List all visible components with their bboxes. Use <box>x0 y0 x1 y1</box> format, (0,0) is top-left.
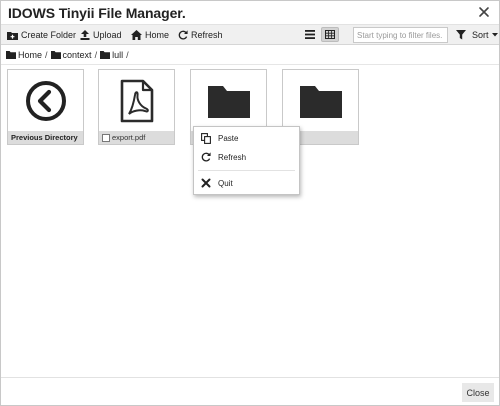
folder-icon <box>6 51 16 59</box>
file-label-row: export.pdf <box>99 131 174 144</box>
home-icon <box>131 30 142 40</box>
context-menu-paste[interactable]: Paste <box>194 129 299 147</box>
context-menu: Paste Refresh Quit <box>193 126 300 195</box>
upload-icon <box>80 30 90 40</box>
create-folder-button[interactable]: Create Folder <box>7 28 76 42</box>
filter-icon-button[interactable] <box>456 28 466 42</box>
folder-icon <box>100 51 111 59</box>
breadcrumb-item-context[interactable]: context <box>50 50 92 60</box>
breadcrumb-label: lull <box>112 50 124 60</box>
folder-icon <box>207 85 250 118</box>
refresh-icon <box>178 30 188 40</box>
breadcrumb: Home / context / lull / <box>6 49 132 61</box>
close-window-button[interactable] <box>477 5 491 19</box>
breadcrumb-item-home[interactable]: Home <box>6 50 42 60</box>
pdf-file-icon <box>120 79 153 122</box>
filter-input[interactable] <box>353 27 448 43</box>
folder-plus-icon <box>7 31 18 40</box>
file-select-checkbox[interactable] <box>102 133 110 142</box>
toolbar: Create Folder Upload Home Refresh Start … <box>1 25 499 45</box>
sort-dropdown[interactable]: Sort <box>472 28 498 42</box>
refresh-label: Refresh <box>191 30 223 40</box>
breadcrumb-item-lull[interactable]: lull <box>100 50 123 60</box>
back-circle-icon <box>25 80 66 121</box>
context-menu-refresh[interactable]: Refresh <box>194 148 299 166</box>
file-label: Previous Directory <box>8 131 83 144</box>
footer: Close <box>1 377 499 405</box>
funnel-icon <box>456 30 466 40</box>
refresh-icon <box>201 152 211 162</box>
grid-view-button[interactable] <box>321 27 339 42</box>
grid-icon <box>325 30 335 39</box>
breadcrumb-label: context <box>62 50 92 60</box>
paste-icon <box>201 132 211 144</box>
context-menu-label: Paste <box>218 133 239 143</box>
close-button[interactable]: Close <box>462 383 494 402</box>
list-icon <box>305 30 315 39</box>
window-title: IDOWS Tinyii File Manager. <box>8 5 186 21</box>
context-menu-divider <box>198 170 295 171</box>
upload-button[interactable]: Upload <box>80 28 122 42</box>
close-icon <box>201 178 211 188</box>
folder-icon <box>299 85 342 118</box>
home-button[interactable]: Home <box>131 28 169 42</box>
sort-label: Sort <box>472 30 489 40</box>
file-manager-window: IDOWS Tinyii File Manager. Create Folder… <box>0 0 500 406</box>
breadcrumb-separator: / <box>94 50 98 60</box>
refresh-button[interactable]: Refresh <box>178 28 223 42</box>
breadcrumb-separator: / <box>126 50 129 60</box>
home-label: Home <box>145 30 170 40</box>
file-label: export.pdf <box>112 133 146 142</box>
breadcrumb-separator: / <box>45 50 48 60</box>
list-view-button[interactable] <box>301 27 319 42</box>
file-grid: Previous Directory export.pdf <box>1 64 499 377</box>
title-bar: IDOWS Tinyii File Manager. <box>1 1 499 25</box>
file-tile-previous-directory[interactable]: Previous Directory <box>7 69 84 145</box>
upload-label: Upload <box>93 30 122 40</box>
file-tile-export-pdf[interactable]: export.pdf <box>98 69 175 145</box>
close-icon <box>479 7 489 17</box>
caret-down-icon <box>491 33 498 37</box>
folder-icon <box>50 51 61 59</box>
create-folder-label: Create Folder <box>21 30 77 40</box>
breadcrumb-label: Home <box>18 50 43 60</box>
context-menu-label: Quit <box>218 178 233 188</box>
context-menu-label: Refresh <box>218 152 247 162</box>
context-menu-quit[interactable]: Quit <box>194 174 299 192</box>
